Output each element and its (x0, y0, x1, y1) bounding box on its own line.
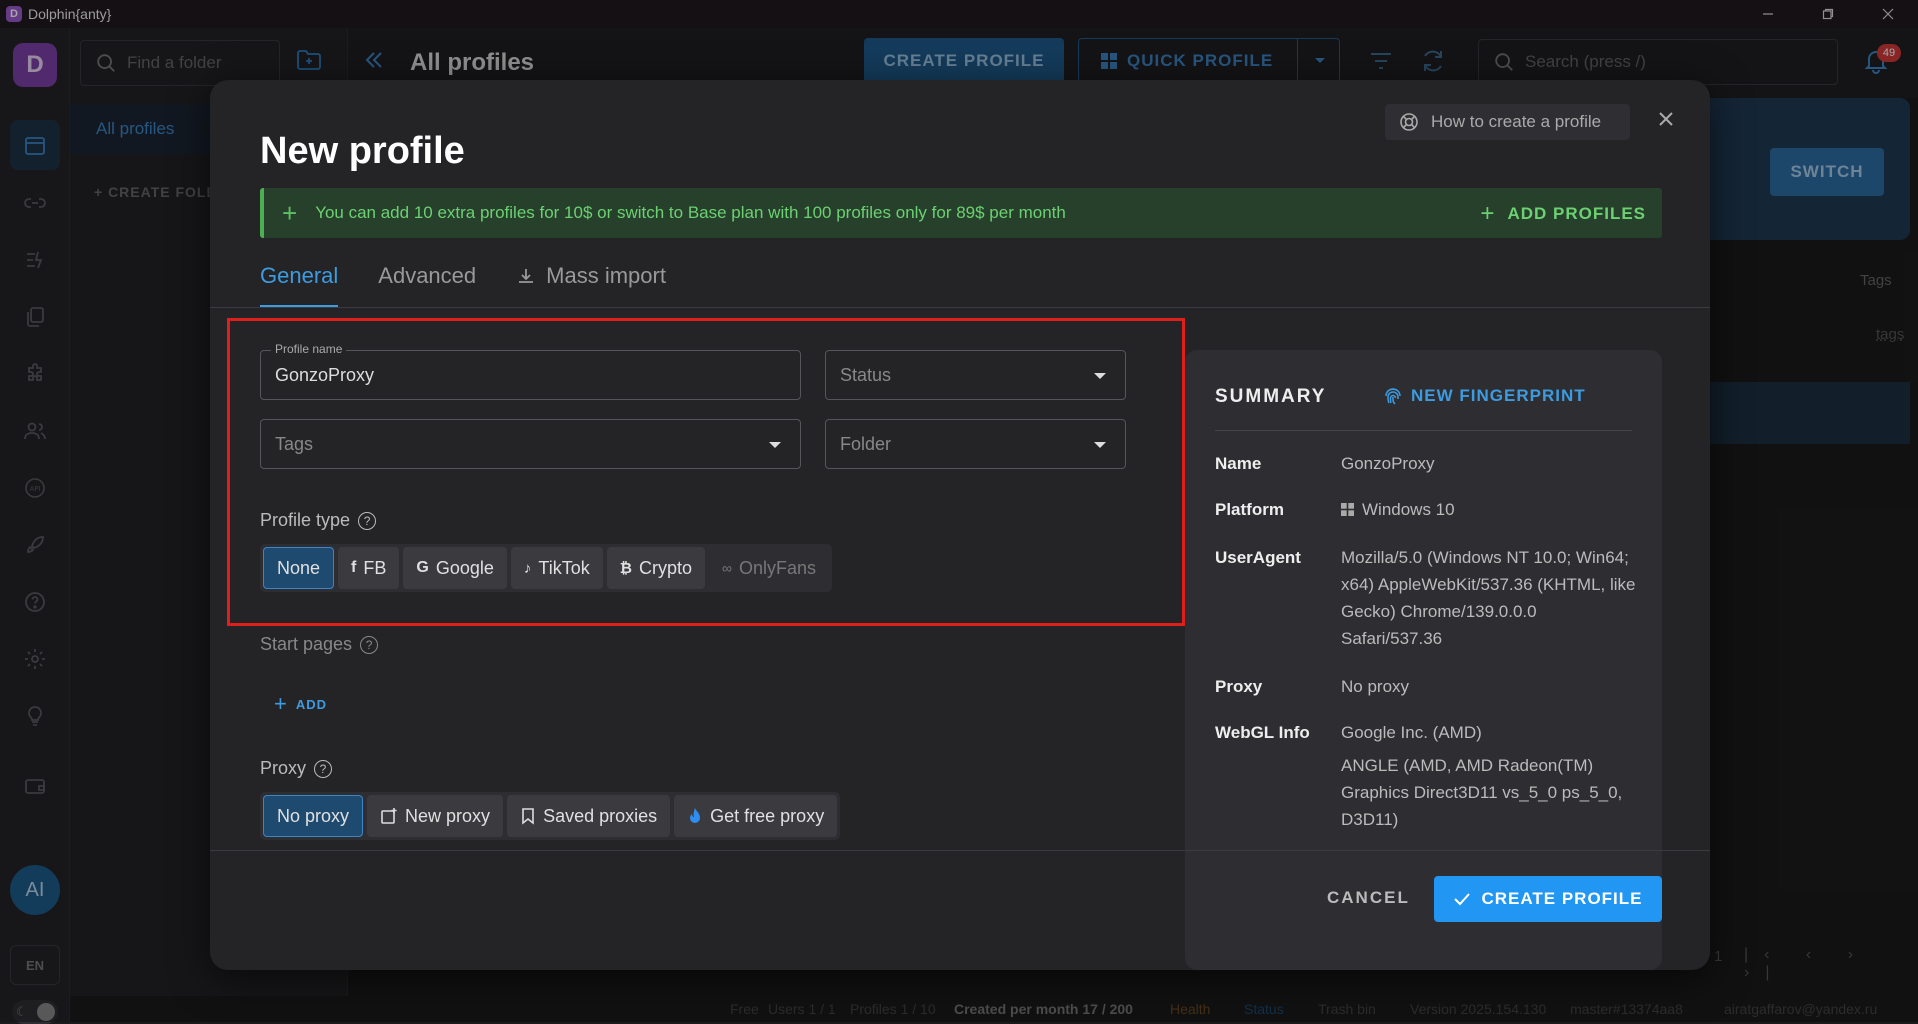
summary-value-webgl-vendor: Google Inc. (AMD) (1341, 723, 1482, 742)
profile-type-fb-label: FB (363, 557, 387, 578)
start-pages-label: Start pages ? (260, 634, 379, 655)
profile-type-onlyfans[interactable]: ∞ OnlyFans (709, 547, 829, 589)
plus-icon: + (274, 691, 288, 716)
tabs-divider (210, 307, 1710, 308)
profile-name-value: GonzoProxy (275, 364, 375, 385)
tab-mass-import-label: Mass import (546, 263, 666, 288)
onlyfans-icon: ∞ (721, 560, 732, 576)
summary-key-webgl: WebGL Info (1215, 723, 1310, 742)
dialog-tabs: General Advanced Mass import (260, 258, 666, 308)
proxy-none-label: No proxy (277, 805, 350, 826)
status-select[interactable]: Status (825, 350, 1126, 400)
profile-type-none[interactable]: None (263, 547, 335, 589)
summary-key-useragent: UserAgent (1215, 548, 1301, 567)
summary-key-platform: Platform (1215, 500, 1284, 519)
summary-value-proxy: No proxy (1341, 677, 1410, 696)
summary-title: SUMMARY (1215, 386, 1327, 407)
folder-placeholder: Folder (840, 433, 892, 454)
proxy-option-saved[interactable]: Saved proxies (507, 795, 671, 837)
proxy-text: Proxy (260, 758, 307, 778)
summary-value-name: GonzoProxy (1341, 454, 1435, 473)
proxy-option-new[interactable]: New proxy (367, 795, 504, 837)
tab-mass-import[interactable]: Mass import (516, 258, 666, 308)
google-icon: G (416, 559, 429, 576)
footer-divider (210, 850, 1710, 851)
profile-type-google-label: Google (435, 557, 494, 578)
proxy-selector: No proxy New proxy Saved proxies Get fre… (260, 792, 841, 840)
create-profile-button[interactable]: CREATE PROFILE (1434, 876, 1662, 922)
create-profile-label: CREATE PROFILE (1481, 889, 1643, 908)
flame-icon (690, 808, 701, 823)
new-fingerprint-label: NEW FINGERPRINT (1411, 386, 1586, 405)
how-to-create-button[interactable]: How to create a profile (1385, 104, 1630, 140)
add-start-page-button[interactable]: + ADD (274, 691, 327, 717)
status-placeholder: Status (840, 364, 892, 385)
profile-type-crypto[interactable]: ₿ Crypto (606, 547, 705, 589)
summary-value-webgl-renderer: ANGLE (AMD, AMD Radeon(TM) Graphics Dire… (1341, 756, 1623, 829)
new-fingerprint-button[interactable]: NEW FINGERPRINT (1383, 386, 1586, 406)
summary-divider (1215, 430, 1632, 431)
profile-type-selector: None f FB G Google ♪ TikTok ₿ Crypto ∞ O… (260, 544, 832, 592)
plus-icon: + (1480, 200, 1496, 227)
proxy-option-none[interactable]: No proxy (263, 795, 364, 837)
folder-select[interactable]: Folder (825, 419, 1126, 469)
new-profile-dialog: New profile How to create a profile + Yo… (210, 80, 1710, 970)
lifebuoy-icon (1400, 113, 1418, 131)
proxy-new-label: New proxy (405, 805, 491, 826)
summary-value-platform: Windows 10 (1341, 496, 1641, 523)
proxy-saved-label: Saved proxies (543, 805, 658, 826)
download-icon (519, 269, 534, 283)
chevron-down-icon (1093, 438, 1107, 452)
summary-key-name: Name (1215, 454, 1262, 473)
tags-select[interactable]: Tags (260, 419, 801, 469)
chevron-down-icon (768, 438, 782, 452)
cancel-button[interactable]: CANCEL (1327, 888, 1410, 908)
upgrade-notice-text: You can add 10 extra profiles for 10$ or… (315, 203, 1066, 222)
add-profiles-button[interactable]: + ADD PROFILES (1480, 200, 1646, 228)
proxy-free-label: Get free proxy (710, 805, 825, 826)
windows-icon (1341, 503, 1354, 516)
profile-name-field[interactable]: Profile name GonzoProxy (260, 342, 801, 400)
profile-type-tiktok-label: TikTok (538, 557, 590, 578)
plus-icon: + (282, 197, 298, 228)
bookmark-icon (522, 808, 534, 825)
profile-name-legend: Profile name (271, 342, 347, 356)
bitcoin-icon: ₿ (619, 559, 632, 577)
check-icon (1454, 893, 1471, 906)
add-start-page-label: ADD (295, 696, 328, 712)
dialog-title: New profile (260, 130, 465, 172)
tab-general[interactable]: General (260, 258, 339, 308)
new-proxy-icon (381, 808, 397, 824)
tab-advanced[interactable]: Advanced (378, 258, 476, 308)
profile-type-onlyfans-label: OnlyFans (738, 557, 816, 578)
proxy-option-free[interactable]: Get free proxy (674, 795, 838, 837)
profile-type-text: Profile type (260, 510, 351, 530)
facebook-icon: f (351, 559, 357, 576)
help-icon[interactable]: ? (358, 511, 377, 530)
profile-type-tiktok[interactable]: ♪ TikTok (510, 547, 603, 589)
tab-advanced-label: Advanced (378, 263, 477, 288)
tab-general-label: General (260, 263, 339, 288)
profile-type-fb[interactable]: f FB (338, 547, 400, 589)
summary-value-useragent: Mozilla/5.0 (Windows NT 10.0; Win64; x64… (1341, 548, 1636, 648)
tags-placeholder: Tags (275, 433, 314, 454)
chevron-down-icon (1093, 369, 1107, 383)
start-pages-text: Start pages (260, 634, 353, 654)
proxy-label: Proxy ? (260, 758, 333, 779)
close-icon[interactable] (1657, 110, 1675, 128)
upgrade-notice: + You can add 10 extra profiles for 10$ … (260, 188, 1662, 238)
help-icon[interactable]: ? (360, 635, 379, 654)
fingerprint-icon (1385, 388, 1401, 405)
platform-value: Windows 10 (1362, 500, 1455, 519)
profile-type-label: Profile type ? (260, 510, 377, 531)
profile-type-google[interactable]: G Google (403, 547, 507, 589)
how-to-label: How to create a profile (1431, 112, 1602, 131)
profile-type-none-label: None (277, 557, 321, 578)
summary-key-proxy: Proxy (1215, 677, 1263, 696)
profile-type-crypto-label: Crypto (638, 557, 692, 578)
help-icon[interactable]: ? (314, 759, 333, 778)
add-profiles-label: ADD PROFILES (1507, 204, 1646, 223)
tiktok-icon: ♪ (523, 559, 532, 577)
